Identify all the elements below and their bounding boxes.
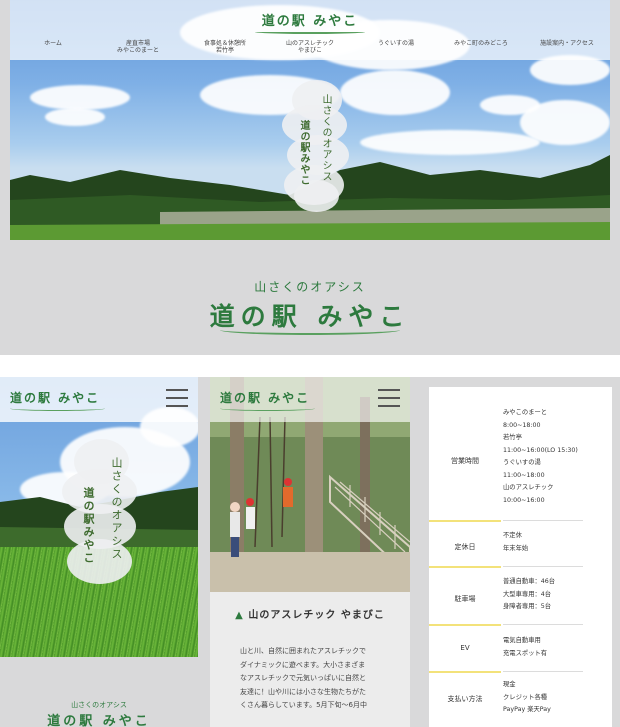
nav-onsen[interactable]: うぐいすの湯 (378, 40, 414, 47)
info-row-payment: 支払い方法 現金 クレジット各種 PayPay 楽天Pay (429, 679, 612, 727)
facility-info-table: 営業時間 みやこのまーと 8:00~18:00 若竹亭 11:00~16:00(… (429, 387, 612, 727)
logo-text: 道の駅 みやこ (261, 14, 359, 29)
cloud (340, 70, 450, 115)
footer-logo-subtitle: 山さくのオアシス (71, 701, 127, 709)
mobile-info-mock: 営業時間 みやこのまーと 8:00~18:00 若竹亭 11:00~16:00(… (420, 377, 620, 727)
nav-label: 産直市場 (125, 40, 151, 47)
tagline-bubble: 山さくのオアシス 道の駅みやこ (282, 80, 352, 215)
info-label: 定休日 (454, 543, 476, 551)
row-divider (503, 671, 583, 672)
info-row-parking: 駐車場 普通自動車：46台 大型車専用：4台 身障者専用：5台 (429, 576, 612, 631)
value-line: クレジット各種 (503, 693, 548, 701)
body-line: 友達に！山や川には小さな生物たちがた (240, 687, 366, 696)
value-line: うぐいすの湯 (503, 459, 541, 466)
info-value: 普通自動車：46台 大型車専用：4台 身障者専用：5台 (503, 576, 603, 614)
value-line: 11:00~18:00 (503, 471, 545, 479)
mobile-athletic-mock: 道の駅 みやこ ▲ 山のアスレチック やまびこ 山と川、自然に囲まれたアスレチッ… (210, 377, 410, 727)
nav-label: みやこ町のみどころ (454, 40, 508, 47)
value-line: 充電スポット有 (503, 649, 548, 657)
tagline-title: 道の駅みやこ (82, 487, 95, 565)
desktop-logo[interactable]: 道の駅 みやこ (10, 10, 610, 34)
mobile-home-mock: 道の駅 みやこ 山さくのオアシス 道の駅みやこ 山さくのオアシス 道の駅 みやこ (0, 377, 198, 727)
nav-label: ホーム (44, 40, 62, 47)
value-line: 10:00~16:00 (503, 496, 545, 504)
nav-label: 食事処＆休憩所 (203, 40, 247, 47)
main-logo-subtitle: 山さくのオアシス (254, 280, 366, 294)
value-line: 年末年始 (503, 544, 529, 552)
value-line: 身障者専用：5台 (503, 603, 552, 610)
value-line: 8:00~18:00 (503, 421, 541, 429)
section-title-text: 山のアスレチック やまびこ (248, 610, 385, 621)
section-body: 山と川、自然に囲まれたアスレチックで ダイナミックに遊べます。大小さまざま なア… (240, 645, 385, 713)
info-value: 現金 クレジット各種 PayPay 楽天Pay (503, 679, 603, 717)
value-line: 不定休 (503, 532, 522, 539)
value-line: 11:00~16:00(LO 15:30) (503, 446, 578, 454)
value-line: 普通自動車：46台 (503, 578, 556, 585)
nav-label: 施設案内・アクセス (540, 40, 594, 47)
mobile-logo[interactable]: 道の駅 みやこ (220, 389, 315, 411)
value-line: PayPay 楽天Pay (503, 706, 551, 713)
value-line: 山のアスレチック (503, 484, 554, 491)
mountain-icon: ▲ (235, 610, 244, 621)
cloud (30, 85, 130, 110)
nav-athletic[interactable]: 山のアスレチック やまびこ (286, 40, 334, 54)
value-line: 大型車専用：4台 (503, 590, 552, 598)
mobile-header: 道の駅 みやこ (210, 377, 410, 422)
body-line: なアスレチックで元気いっぱいに自然と (240, 674, 366, 682)
nav-label: うぐいすの湯 (377, 40, 415, 47)
desktop-hero-mock: 道の駅 みやこ ホーム 産直市場 みやこのまーと 食事処＆休憩所 若竹亭 山のア… (10, 0, 610, 240)
nav-restaurant[interactable]: 食事処＆休憩所 若竹亭 (204, 40, 246, 54)
body-line: ダイナミックに遊べます。大小さまざま (240, 660, 366, 669)
nav-home[interactable]: ホーム (44, 40, 62, 47)
cloud (45, 108, 105, 126)
tagline-text: 山さくのオアシス (110, 457, 123, 561)
main-logo-title: 道の駅 みやこ (209, 302, 411, 331)
tagline-title: 道の駅みやこ (298, 120, 309, 186)
tagline-text: 山さくのオアシス (320, 94, 331, 182)
mobile-footer-logo: 山さくのオアシス 道の駅 みやこ (0, 700, 198, 727)
mobile-header: 道の駅 みやこ (0, 377, 198, 422)
info-value: 電気自動車用 充電スポット有 (503, 635, 603, 660)
info-value: みやこのまーと 8:00~18:00 若竹亭 11:00~16:00(LO 15… (503, 407, 603, 507)
body-line: 山と川、自然に囲まれたアスレチックで (240, 647, 366, 655)
mobile-logo[interactable]: 道の駅 みやこ (10, 389, 105, 411)
tagline-bubble: 山さくのオアシス 道の駅みやこ (62, 439, 140, 589)
nav-label: みやこのまーと (116, 47, 160, 54)
row-divider (503, 566, 583, 567)
info-label: 駐車場 (454, 595, 476, 603)
row-divider (503, 520, 583, 521)
row-divider (429, 671, 501, 673)
value-line: みやこのまーと (503, 409, 548, 416)
body-line: くさん暮らしています。5月下旬〜6月中 (240, 701, 367, 709)
section-title: ▲ 山のアスレチック やまびこ (210, 606, 410, 621)
nav-access[interactable]: 施設案内・アクセス (540, 40, 594, 47)
info-row-hours: 営業時間 みやこのまーと 8:00~18:00 若竹亭 11:00~16:00(… (429, 407, 612, 522)
section-divider (0, 355, 620, 377)
value-line: 電気自動車用 (503, 637, 541, 644)
nav-label: 山のアスレチック (285, 40, 335, 47)
main-logo: 山さくのオアシス 道の駅 みやこ (0, 278, 620, 335)
info-label: 支払い方法 (447, 695, 483, 703)
hamburger-menu-icon[interactable] (166, 389, 188, 409)
value-line: 現金 (503, 681, 516, 688)
info-row-ev: EV 電気自動車用 充電スポット有 (429, 635, 612, 675)
row-divider (503, 624, 583, 625)
nav-label: やまびこ (297, 47, 323, 54)
info-value: 不定休 年末年始 (503, 530, 603, 555)
row-divider (429, 624, 501, 626)
footer-logo-title: 道の駅 みやこ (47, 714, 151, 727)
info-label: 営業時間 (451, 457, 479, 465)
info-row-closed: 定休日 不定休 年末年始 (429, 530, 612, 570)
logo-underline (255, 30, 365, 34)
nav-sightseeing[interactable]: みやこ町のみどころ (454, 40, 508, 47)
value-line: 若竹亭 (503, 434, 522, 441)
nav-market[interactable]: 産直市場 みやこのまーと (117, 40, 159, 54)
nav-label: 若竹亭 (215, 47, 235, 54)
desktop-navbar: 道の駅 みやこ ホーム 産直市場 みやこのまーと 食事処＆休憩所 若竹亭 山のア… (10, 0, 610, 60)
hamburger-menu-icon[interactable] (378, 389, 400, 409)
row-divider (429, 520, 501, 522)
row-divider (429, 566, 501, 568)
info-label: EV (460, 644, 470, 652)
